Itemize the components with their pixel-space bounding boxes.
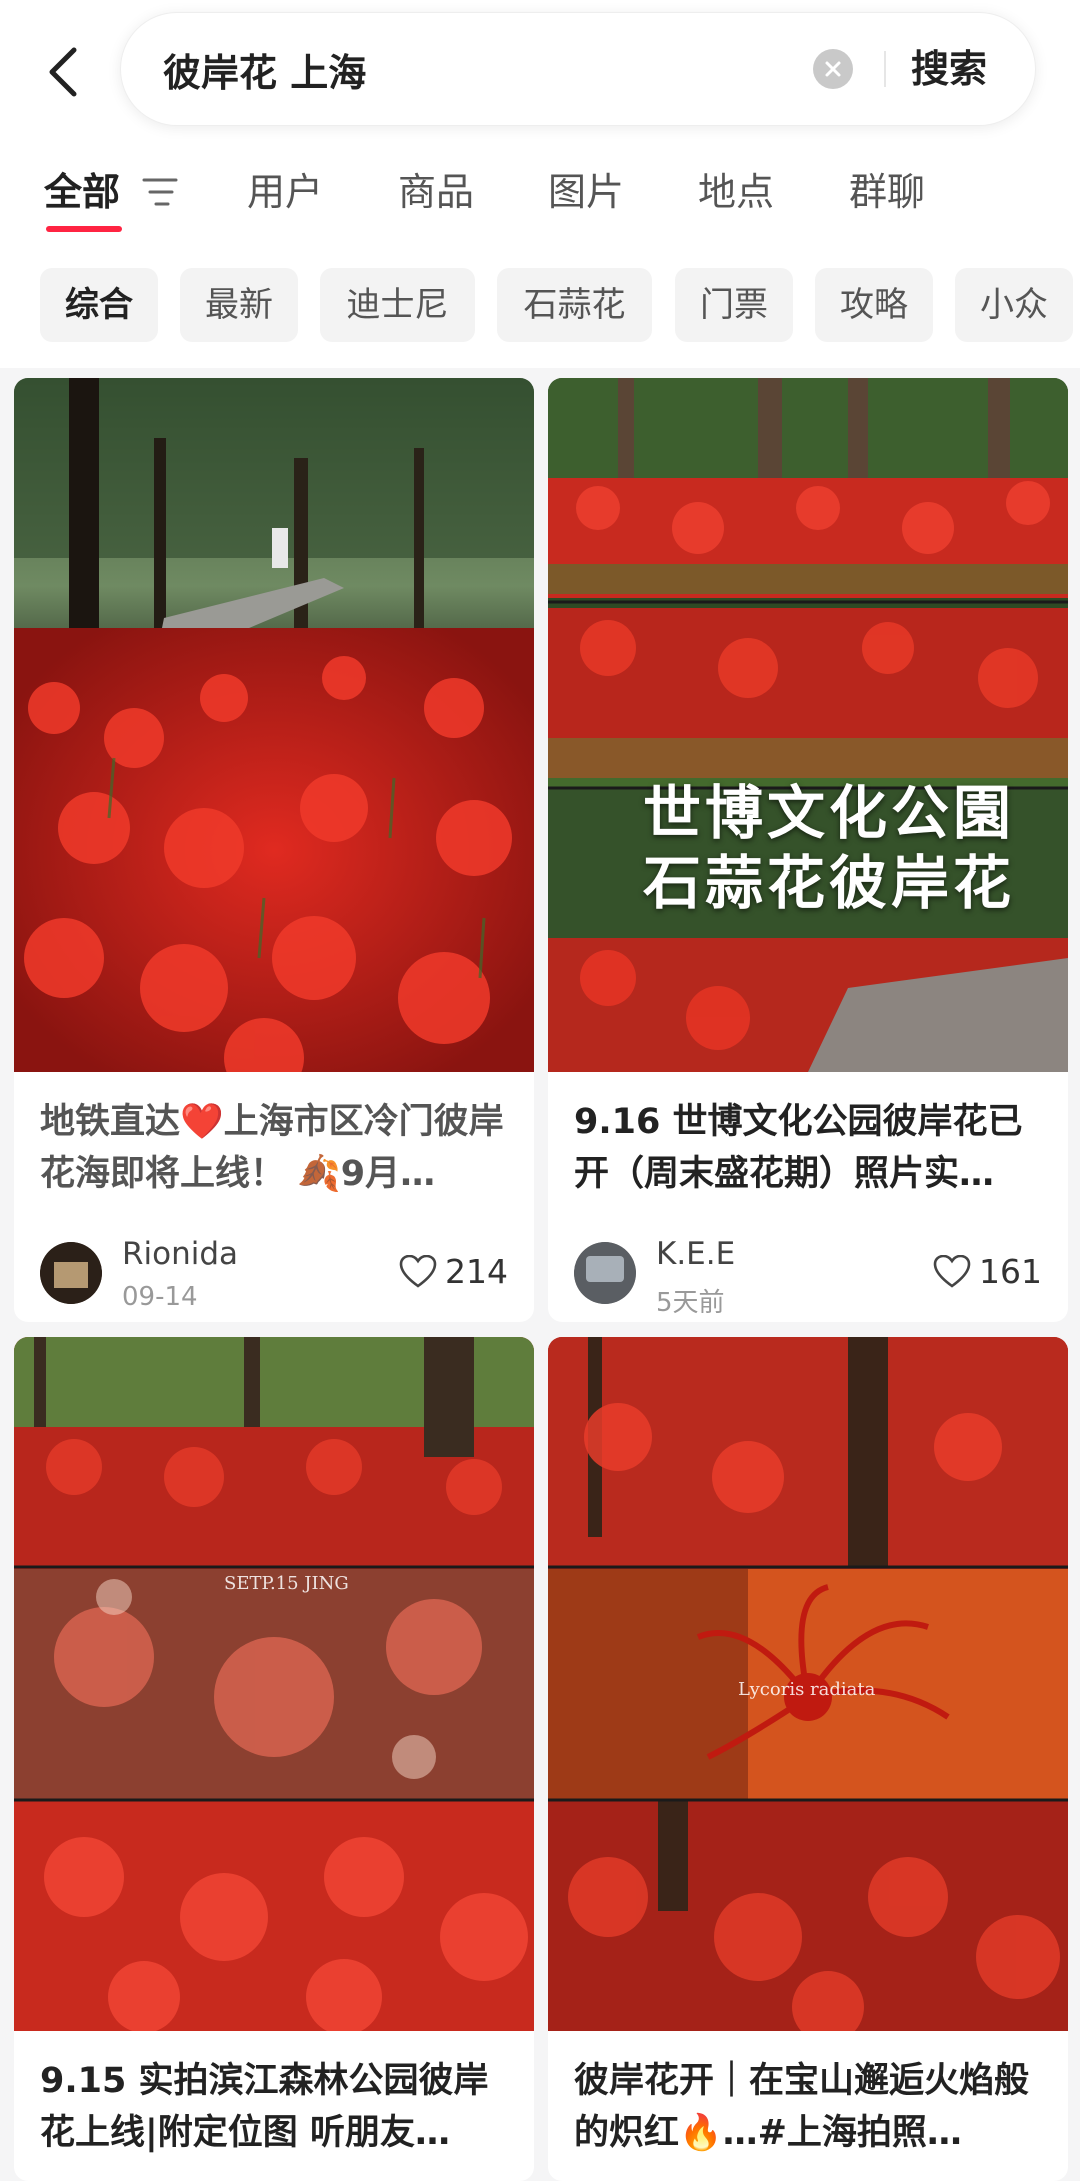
author-name: K.E.E [656,1236,736,1272]
avatar [40,1242,102,1304]
post-date: 5天前 [656,1288,725,1318]
like-count-value: 214 [445,1252,508,1291]
note-card[interactable]: 地铁直达❤️上海市区冷门彼岸花海即将上线！ 🍂9月… Rionida 09-14… [14,378,534,1322]
note-title: 彼岸花开｜在宝山邂逅火焰般的炽红🔥…#上海拍照… [574,2061,1030,2153]
tab-all[interactable]: 全部 [44,168,120,216]
chip-latest[interactable]: 最新 [180,268,298,342]
note-card[interactable]: SETP.15 JING 9.15 实拍滨江森林公园彼岸花上线|附定位图 听朋友… [14,1337,534,2181]
tab-users[interactable]: 用户 [247,168,323,216]
avatar [574,1242,636,1304]
note-title: 地铁直达❤️上海市区冷门彼岸花海即将上线！ 🍂9月… [40,1102,504,1194]
cover-caption: Lycoris radiata [738,1679,876,1700]
heart-icon [933,1254,971,1288]
category-tabs: 全部 用户 商品 图片 地点 群聊 [0,150,1080,240]
tab-products[interactable]: 商品 [398,168,474,216]
tab-images[interactable]: 图片 [548,168,624,216]
divider [884,51,886,87]
cover-caption: SETP.15 JING [224,1573,349,1594]
chip-niche[interactable]: 小众 [955,268,1073,342]
clear-search-button[interactable] [813,49,853,89]
chip-comprehensive[interactable]: 综合 [40,268,158,342]
search-bar: 搜索 [120,12,1036,126]
note-cover-image [14,378,534,1072]
author-name: Rionida [122,1236,239,1272]
filter-icon[interactable] [140,174,180,214]
chip-lycoris[interactable]: 石蒜花 [497,268,652,342]
like-count[interactable]: 214 [399,1252,508,1291]
top-header: 搜索 全部 用户 商品 图片 地点 群聊 综合 最新 迪士尼 石蒜花 门票 攻略… [0,0,1080,368]
filter-chips: 综合 最新 迪士尼 石蒜花 门票 攻略 小众 [0,268,1080,344]
chip-tickets[interactable]: 门票 [675,268,793,342]
chip-guide[interactable]: 攻略 [815,268,933,342]
note-card[interactable]: Lycoris radiata 彼岸花开｜在宝山邂逅火焰般的炽红🔥…#上海拍照… [548,1337,1068,2181]
like-count-value: 161 [979,1252,1042,1291]
like-count[interactable]: 161 [933,1252,1042,1291]
note-card[interactable]: 世博文化公園 石蒜花彼岸花 9.16 世博文化公园彼岸花已开（周末盛花期）照片实… [548,378,1068,1322]
heart-icon [399,1254,437,1288]
cover-overlay-text: 石蒜花彼岸花 [643,849,1016,917]
tab-group-chats[interactable]: 群聊 [849,168,925,216]
back-button[interactable] [36,44,92,100]
note-title: 9.15 实拍滨江森林公园彼岸花上线|附定位图 听朋友… [40,2061,489,2153]
chevron-left-icon [49,47,77,97]
chip-disney[interactable]: 迪士尼 [320,268,475,342]
close-icon [825,61,841,77]
search-input[interactable] [163,37,783,101]
search-submit-button[interactable]: 搜索 [911,39,987,99]
active-tab-indicator [46,226,122,232]
note-cover-image [548,378,1068,1072]
tab-places[interactable]: 地点 [698,168,774,216]
note-cover-image [14,1337,534,2031]
post-date: 09-14 [122,1282,198,1312]
note-title: 9.16 世博文化公园彼岸花已开（周末盛花期）照片实… [574,1102,1023,1194]
